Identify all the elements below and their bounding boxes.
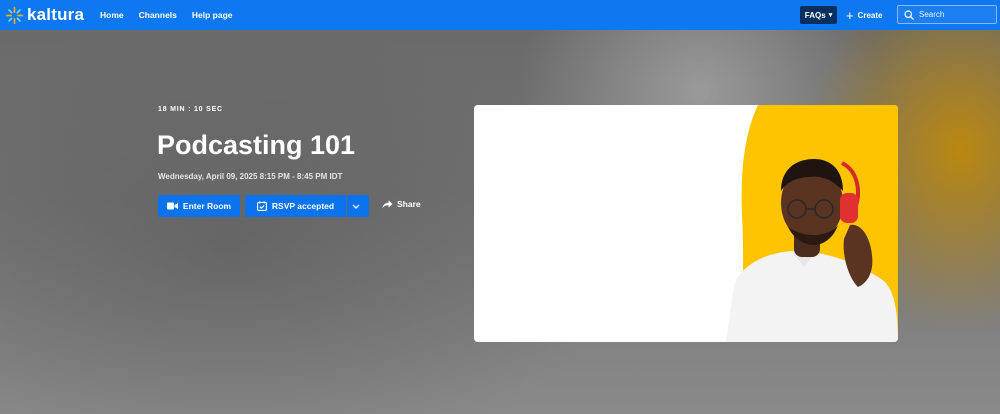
event-datetime: Wednesday, April 09, 2025 8:15 PM - 8:45… (158, 172, 343, 181)
event-countdown: 18 MIN : 10 SEC (158, 106, 223, 113)
search-box[interactable] (897, 5, 997, 24)
rsvp-label: RSVP accepted (271, 201, 335, 211)
enter-room-label: Enter Room (182, 201, 232, 211)
faqs-label: FAQs (804, 10, 826, 20)
calendar-check-icon (256, 201, 267, 211)
event-title: Podcasting 101 (157, 130, 356, 160)
plus-icon: + (846, 7, 854, 23)
share-label: Share (397, 199, 421, 209)
logo-text: kaltura (27, 5, 85, 24)
nav-home[interactable]: Home (100, 10, 124, 20)
rsvp-options-dropdown[interactable] (347, 195, 369, 217)
chevron-down-icon: ▾ (828, 12, 833, 19)
top-bar: kaltura Home Channels Help page FAQs ▾ +… (0, 0, 1000, 30)
event-thumbnail (474, 105, 898, 342)
create-label: Create (857, 10, 883, 20)
rsvp-accepted-button[interactable]: RSVP accepted (245, 195, 346, 217)
nav-help-page[interactable]: Help page (192, 10, 233, 20)
nav-channels[interactable]: Channels (139, 10, 177, 20)
podcast-host-image (474, 105, 898, 342)
faqs-dropdown-button[interactable]: FAQs ▾ (800, 6, 837, 24)
search-input[interactable] (919, 10, 989, 19)
share-arrow-icon (382, 200, 393, 208)
chevron-down-icon (352, 204, 359, 209)
create-button[interactable]: + Create (846, 6, 883, 24)
enter-room-button[interactable]: Enter Room (158, 195, 240, 217)
video-camera-icon (166, 202, 178, 210)
kaltura-logo[interactable]: kaltura (6, 5, 84, 25)
share-button[interactable]: Share (382, 199, 421, 209)
search-icon (904, 9, 914, 20)
kaltura-logo-icon (6, 6, 23, 24)
main-nav: Home Channels Help page (100, 0, 248, 30)
